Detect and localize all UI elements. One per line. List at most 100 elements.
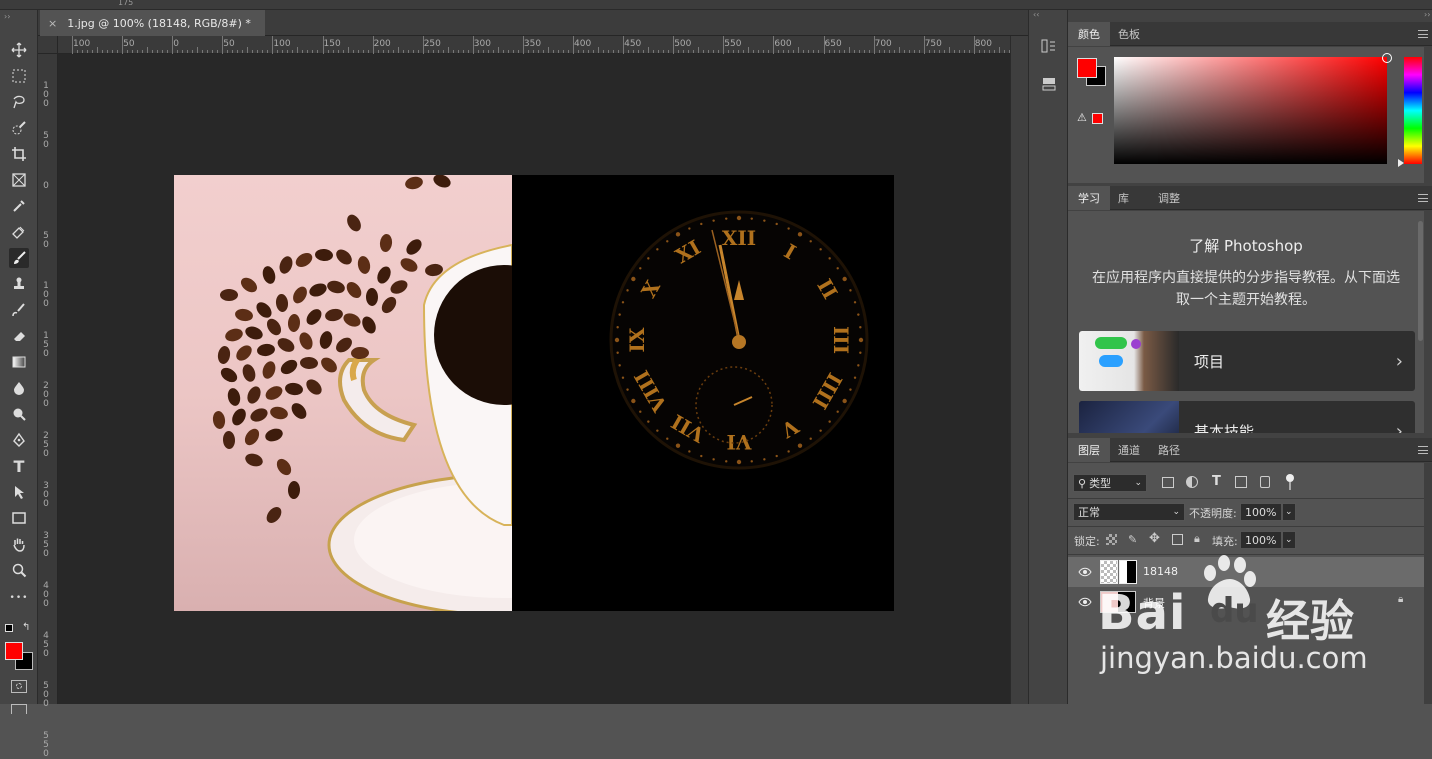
brush-tool-icon[interactable] [9,248,29,268]
type-tool-icon[interactable]: T [9,456,29,476]
filter-pixel-icon[interactable] [1162,477,1174,488]
lock-position-icon[interactable]: ✥ [1149,531,1160,546]
layers-scrollbar[interactable] [1424,463,1432,704]
blur-tool-icon[interactable] [9,378,29,398]
quick-select-tool-icon[interactable] [9,118,29,138]
tab-swatches[interactable]: 色板 [1108,22,1150,46]
coffee-bean [242,364,256,382]
lasso-tool-icon[interactable] [9,92,29,112]
ruler-tick-label: 5 0 [43,131,49,150]
hue-slider-handle[interactable] [1398,159,1404,167]
path-select-tool-icon[interactable] [9,482,29,502]
clock-tick [750,460,753,463]
layers-panel-menu-icon[interactable] [1418,446,1428,454]
eraser-tool-icon[interactable] [9,326,29,346]
fill-input[interactable]: 100% [1240,531,1282,549]
filter-type-icon[interactable]: T [1212,474,1221,489]
canvas-area[interactable]: XII I II III IIII V VI VII VIII IX X XI [58,54,1010,704]
frame-tool-icon[interactable] [9,170,29,190]
lock-artboard-icon[interactable] [1172,534,1183,545]
coffee-bean [279,256,293,274]
lock-all-icon[interactable]: 🔒︎ [1194,532,1200,546]
gamut-warning-icon[interactable]: ⚠ [1077,111,1087,124]
tab-color[interactable]: 颜色 [1068,22,1110,46]
tab-layers[interactable]: 图层 [1068,438,1110,462]
learn-card-basic-skills[interactable]: 基本技能 › [1079,401,1415,433]
history-brush-tool-icon[interactable] [9,300,29,320]
opacity-input[interactable]: 100% [1240,503,1282,521]
tab-learn[interactable]: 学习 [1068,186,1110,210]
document-canvas[interactable]: XII I II III IIII V VI VII VIII IX X XI [174,175,894,611]
filter-toggle-icon[interactable] [1286,474,1294,482]
hand-tool-icon[interactable] [9,534,29,554]
foreground-color-swatch[interactable] [5,642,23,660]
panels-collapse-icon[interactable]: ›› [1424,10,1430,19]
gradient-tool-icon[interactable] [9,352,29,372]
screen-mode-icon[interactable] [11,704,27,714]
visibility-eye-icon[interactable] [1078,596,1092,608]
ruler-minor-tick [232,50,234,53]
clock-tick [859,326,862,329]
ruler-minor-tick [758,50,760,53]
ruler-tick-label: 50 [123,39,135,49]
coffee-drawing [212,175,512,611]
tab-close-icon[interactable]: × [48,17,57,30]
ruler-tick-label: 500 [674,39,692,49]
visibility-eye-icon[interactable] [1078,566,1092,578]
color-picker-handle[interactable] [1382,53,1392,63]
clock-tick [787,450,790,453]
ruler-minor-tick [868,50,870,53]
tab-channels[interactable]: 通道 [1108,438,1150,462]
layer-filter-select[interactable]: ⚲ 类型 ⌄ [1073,474,1147,492]
color-field[interactable] [1114,53,1392,164]
ruler-minor-tick [537,50,539,53]
blend-mode-select[interactable]: 正常 ⌄ [1073,503,1185,521]
opacity-dropdown-icon[interactable]: ⌄ [1282,503,1296,521]
projects-thumbnail [1079,331,1179,391]
gamut-swatch[interactable] [1092,113,1103,124]
hue-slider[interactable] [1404,57,1422,164]
pen-tool-icon[interactable] [9,430,29,450]
tab-libraries[interactable]: 库 [1108,186,1139,210]
color-panel-menu-icon[interactable] [1418,30,1428,38]
marquee-tool-icon[interactable] [9,66,29,86]
collapse-icon[interactable]: ›› [4,12,10,21]
learn-panel-menu-icon[interactable] [1418,194,1428,202]
ruler-tick-label: 650 [824,39,842,49]
healing-tool-icon[interactable] [9,222,29,242]
dock-collapse-icon[interactable]: ‹‹ [1033,10,1039,19]
stamp-tool-icon[interactable] [9,274,29,294]
ruler-minor-tick [843,50,845,53]
ruler-minor-tick [943,50,945,53]
properties-icon[interactable] [1041,76,1057,92]
tab-paths[interactable]: 路径 [1148,438,1190,462]
zoom-tool-icon[interactable] [9,560,29,580]
crop-tool-icon[interactable] [9,144,29,164]
fill-dropdown-icon[interactable]: ⌄ [1282,531,1296,549]
color-panel-foreground-swatch[interactable] [1077,58,1097,78]
learn-card-projects[interactable]: 项目 › [1079,331,1415,391]
lock-transparent-icon[interactable] [1106,534,1117,545]
more-tools-icon[interactable]: ••• [9,588,29,608]
quick-mask-icon[interactable] [11,680,27,693]
ruler-minor-tick [292,50,294,53]
clock-tick [797,232,803,237]
swap-colors-icon[interactable]: ↰ [22,622,30,633]
history-icon[interactable] [1041,38,1057,54]
move-tool-icon[interactable] [9,40,29,60]
rectangle-tool-icon[interactable] [9,508,29,528]
ruler-minor-tick [1003,50,1005,53]
learn-scrollbar[interactable] [1418,221,1423,341]
eyedropper-tool-icon[interactable] [9,196,29,216]
tab-adjustments[interactable]: 调整 [1148,186,1190,210]
filter-shape-icon[interactable] [1235,476,1247,488]
dodge-tool-icon[interactable] [9,404,29,424]
document-tab[interactable]: × 1.jpg @ 100% (18148, RGB/8#) * [40,10,265,36]
vertical-scrollbar[interactable] [1010,36,1028,704]
lock-pixels-icon[interactable]: ✎ [1128,533,1137,546]
ruler-minor-tick [713,50,715,53]
ruler-minor-tick [968,50,970,53]
default-colors-icon[interactable] [5,624,13,632]
filter-smart-object-icon[interactable] [1260,476,1270,488]
filter-adjustment-icon[interactable] [1186,476,1198,488]
